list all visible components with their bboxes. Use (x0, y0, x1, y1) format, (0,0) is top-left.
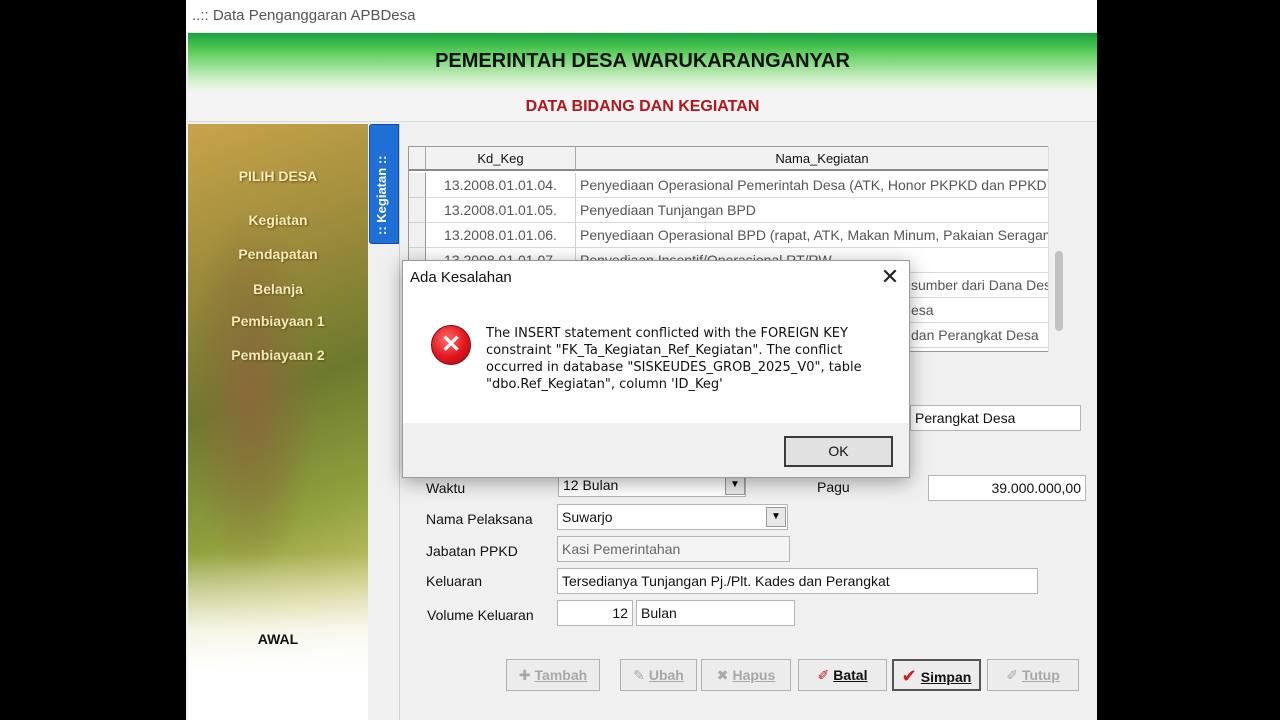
nama-pelaksana-select[interactable]: Suwarjo (557, 504, 788, 530)
tutup-button[interactable]: ✐ Tutup (987, 659, 1079, 691)
close-icon[interactable]: ✕ (871, 261, 909, 293)
sidebar-item-pembiayaan-1[interactable]: Pembiayaan 1 (188, 313, 368, 329)
add-icon: ✚ (518, 667, 531, 683)
chevron-down-icon[interactable]: ▼ (766, 507, 786, 527)
cancel-icon: ✐ (817, 667, 830, 683)
batal-button[interactable]: ✐ Batal (798, 659, 887, 691)
sidebar-panel: PILIH DESA Kegiatan Pendapatan Belanja P… (188, 124, 368, 720)
page-subtitle: DATA BIDANG DAN KEGIATAN (188, 91, 1097, 122)
table-cell-kd[interactable]: 13.2008.01.01.04. (426, 173, 576, 198)
column-header-kd-keg[interactable]: Kd_Keg (426, 147, 576, 171)
sidebar-item-pembiayaan-2[interactable]: Pembiayaan 2 (188, 347, 368, 363)
jabatan-ppkd-label: Jabatan PPKD (426, 543, 518, 559)
checkmark-icon: ✔ (901, 666, 917, 686)
hapus-button[interactable]: ✖ Hapus (701, 659, 791, 691)
satuan-field[interactable]: Bulan (636, 600, 795, 626)
table-cell-nama[interactable]: Penyediaan Operasional Pemerintah Desa (… (576, 173, 1067, 198)
window-title: ..:: Data Penganggaran APBDesa (186, 0, 1097, 32)
delete-icon: ✖ (716, 667, 729, 683)
tab-kegiatan[interactable]: :: Kegiatan :: (369, 124, 399, 244)
edit-icon: ✎ (633, 667, 645, 683)
close-door-icon: ✐ (1006, 667, 1018, 683)
sidebar-item-pendapatan[interactable]: Pendapatan (188, 246, 368, 262)
dialog-title: Ada Kesalahan (410, 269, 512, 286)
table-cell-kd[interactable]: 13.2008.01.01.05. (426, 198, 576, 223)
pagu-label: Pagu (817, 479, 850, 495)
tambah-button[interactable]: ✚ Tambah (506, 659, 600, 691)
waktu-label: Waktu (426, 480, 466, 496)
row-selector[interactable] (409, 198, 426, 223)
keluaran-label: Keluaran (426, 573, 483, 589)
table-cell-nama[interactable]: Penyediaan Tunjangan BPD (576, 198, 1067, 223)
table-cell-nama[interactable]: Penyediaan Operasional BPD (rapat, ATK, … (576, 223, 1067, 248)
nama-kegiatan-field[interactable]: Perangkat Desa (910, 405, 1081, 431)
dialog-footer: OK (403, 423, 909, 477)
column-header-nama-kegiatan[interactable]: Nama_Kegiatan (576, 147, 1067, 171)
row-selector-header (409, 147, 426, 171)
nama-pelaksana-label: Nama Pelaksana (426, 511, 533, 527)
row-selector[interactable] (409, 173, 426, 198)
table-cell-kd[interactable]: 13.2008.01.01.06. (426, 223, 576, 248)
sidebar-item-pilih-desa[interactable]: PILIH DESA (188, 168, 368, 184)
chevron-down-icon[interactable]: ▼ (725, 475, 745, 495)
error-icon: ✕ (431, 325, 471, 365)
volume-keluaran-label: Volume Keluaran (427, 607, 534, 623)
ok-button[interactable]: OK (784, 436, 893, 467)
simpan-button[interactable]: ✔ Simpan (892, 659, 981, 691)
table-scrollbar[interactable] (1048, 146, 1068, 352)
scrollbar-thumb[interactable] (1055, 251, 1063, 331)
volume-keluaran-field[interactable]: 12 (557, 600, 633, 626)
sidebar-item-belanja[interactable]: Belanja (188, 281, 368, 297)
village-banner: PEMERINTAH DESA WARUKARANGANYAR (188, 33, 1097, 90)
row-selector[interactable] (409, 223, 426, 248)
tab-kegiatan-label: :: Kegiatan :: (374, 155, 389, 235)
sidebar-item-awal[interactable]: AWAL (188, 631, 368, 647)
keluaran-field[interactable]: Tersedianya Tunjangan Pj./Plt. Kades dan… (557, 568, 1038, 594)
dialog-body: ✕ The INSERT statement conflicted with t… (403, 293, 909, 423)
dialog-message: The INSERT statement conflicted with the… (486, 326, 862, 392)
jabatan-ppkd-field[interactable]: Kasi Pemerintahan (557, 536, 790, 562)
error-dialog: Ada Kesalahan ✕ ✕ The INSERT statement c… (402, 260, 910, 478)
sidebar-item-kegiatan[interactable]: Kegiatan (188, 212, 368, 228)
ubah-button[interactable]: ✎ Ubah (620, 659, 697, 691)
pagu-field[interactable]: 39.000.000,00 (928, 475, 1086, 501)
